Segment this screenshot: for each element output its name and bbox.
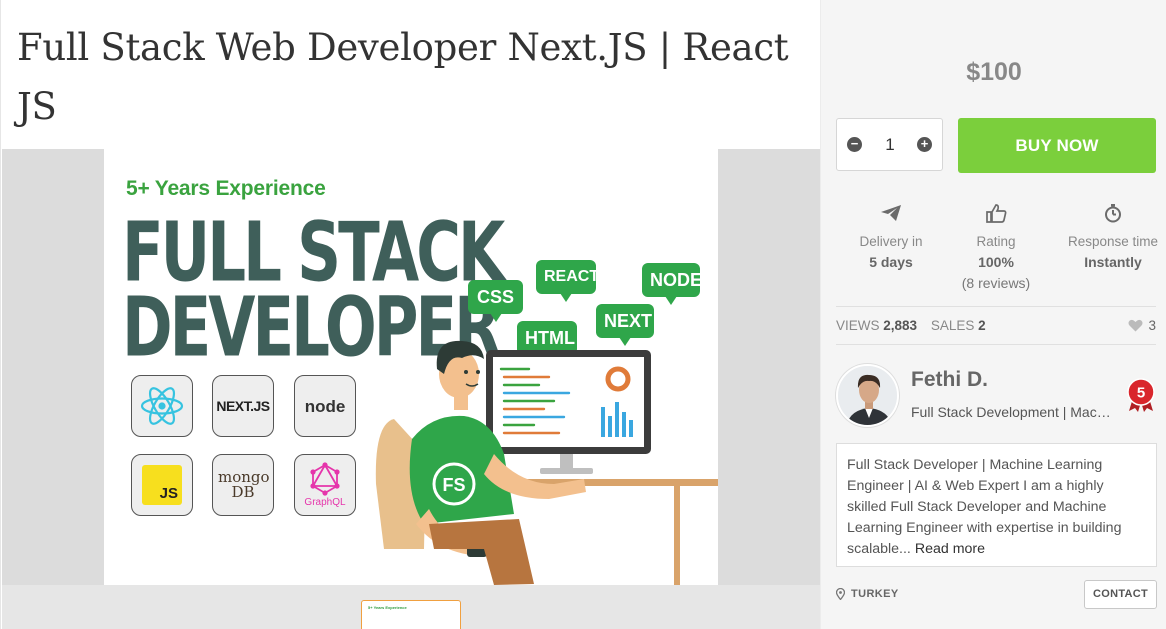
map-pin-icon bbox=[836, 588, 845, 600]
likes-count: 3 bbox=[1148, 318, 1156, 333]
javascript-logo: JS bbox=[131, 454, 193, 516]
svg-text:FS: FS bbox=[442, 475, 465, 495]
heart-icon[interactable] bbox=[1128, 319, 1143, 332]
stat-response: Response time Instantly bbox=[1058, 201, 1166, 273]
response-value: Instantly bbox=[1084, 254, 1142, 270]
quantity-increase-icon[interactable]: + bbox=[917, 137, 932, 152]
delivery-label: Delivery in bbox=[859, 234, 923, 249]
gig-stats: Delivery in 5 days Rating 100% (8 review… bbox=[836, 201, 1158, 296]
rating-reviews[interactable]: (8 reviews) bbox=[941, 273, 1051, 294]
stopwatch-icon bbox=[1058, 201, 1166, 225]
delivery-value: 5 days bbox=[869, 254, 913, 270]
bubble-node: NODE bbox=[642, 263, 702, 305]
seller-country: TURKEY bbox=[836, 588, 899, 600]
gig-main: Full Stack Web Developer Next.JS | React… bbox=[0, 0, 821, 629]
seller-card: Fethi D. Full Stack Development | Machin… bbox=[836, 364, 1156, 428]
bubble-next: NEXT bbox=[596, 304, 654, 346]
react-icon bbox=[140, 387, 184, 425]
gig-gallery[interactable]: 5+ Years Experience FULL STACK DEVELOPER… bbox=[2, 149, 821, 629]
gallery-thumbnails: 5+ Years Experience bbox=[2, 585, 821, 629]
react-logo bbox=[131, 375, 193, 437]
thumbs-up-icon bbox=[941, 201, 1051, 225]
developer-illustration: FS bbox=[375, 340, 718, 585]
quantity-value[interactable]: 1 bbox=[871, 135, 909, 155]
nextjs-logo: NEXT.JS bbox=[212, 375, 274, 437]
response-label: Response time bbox=[1067, 234, 1159, 249]
seller-name[interactable]: Fethi D. bbox=[911, 368, 988, 392]
country-name: TURKEY bbox=[851, 588, 899, 600]
avatar[interactable] bbox=[836, 364, 899, 427]
divider bbox=[836, 306, 1156, 307]
stat-delivery: Delivery in 5 days bbox=[836, 201, 946, 273]
views-label: VIEWS bbox=[836, 318, 880, 333]
seller-tagline: Full Stack Development | Machine Learnin… bbox=[911, 404, 1116, 420]
rating-label: Rating bbox=[976, 234, 1016, 249]
graphql-icon bbox=[310, 462, 340, 496]
gallery-thumbnail[interactable]: 5+ Years Experience bbox=[361, 600, 461, 629]
likes[interactable]: 3 bbox=[1128, 318, 1156, 333]
bubble-css: CSS bbox=[468, 280, 523, 322]
graphql-logo: GraphQL bbox=[294, 454, 356, 516]
contact-button[interactable]: CONTACT bbox=[1084, 580, 1157, 609]
level-badge-icon: 5 bbox=[1127, 378, 1155, 412]
svg-text:5: 5 bbox=[1137, 385, 1145, 402]
sales-label: SALES bbox=[930, 318, 975, 333]
seller-bio: Full Stack Developer | Machine Learning … bbox=[836, 443, 1157, 567]
quantity-stepper: − 1 + bbox=[836, 118, 943, 171]
gig-sidebar: $100 − 1 + BUY NOW Delivery in 5 days Ra… bbox=[820, 0, 1166, 629]
artwork-experience-text: 5+ Years Experience bbox=[126, 177, 326, 200]
javascript-icon: JS bbox=[142, 465, 182, 505]
read-more-link[interactable]: Read more bbox=[915, 541, 985, 557]
gig-meta: VIEWS 2,883 SALES 2 3 bbox=[836, 318, 1156, 338]
divider bbox=[836, 344, 1156, 345]
gig-title: Full Stack Web Developer Next.JS | React… bbox=[17, 26, 789, 128]
quantity-decrease-icon[interactable]: − bbox=[847, 137, 862, 152]
views-count: 2,883 bbox=[883, 318, 918, 333]
paper-plane-icon bbox=[836, 201, 946, 225]
stat-rating: Rating 100% (8 reviews) bbox=[941, 201, 1051, 294]
mongodb-logo: mongo DB bbox=[212, 454, 274, 516]
sales-count: 2 bbox=[978, 318, 986, 333]
gig-price: $100 bbox=[966, 58, 1022, 86]
gig-main-image[interactable]: 5+ Years Experience FULL STACK DEVELOPER… bbox=[104, 149, 718, 585]
rating-value: 100% bbox=[978, 254, 1014, 270]
nodejs-logo: node bbox=[294, 375, 356, 437]
bubble-react: REACT bbox=[536, 260, 599, 302]
buy-now-button[interactable]: BUY NOW bbox=[958, 118, 1156, 173]
